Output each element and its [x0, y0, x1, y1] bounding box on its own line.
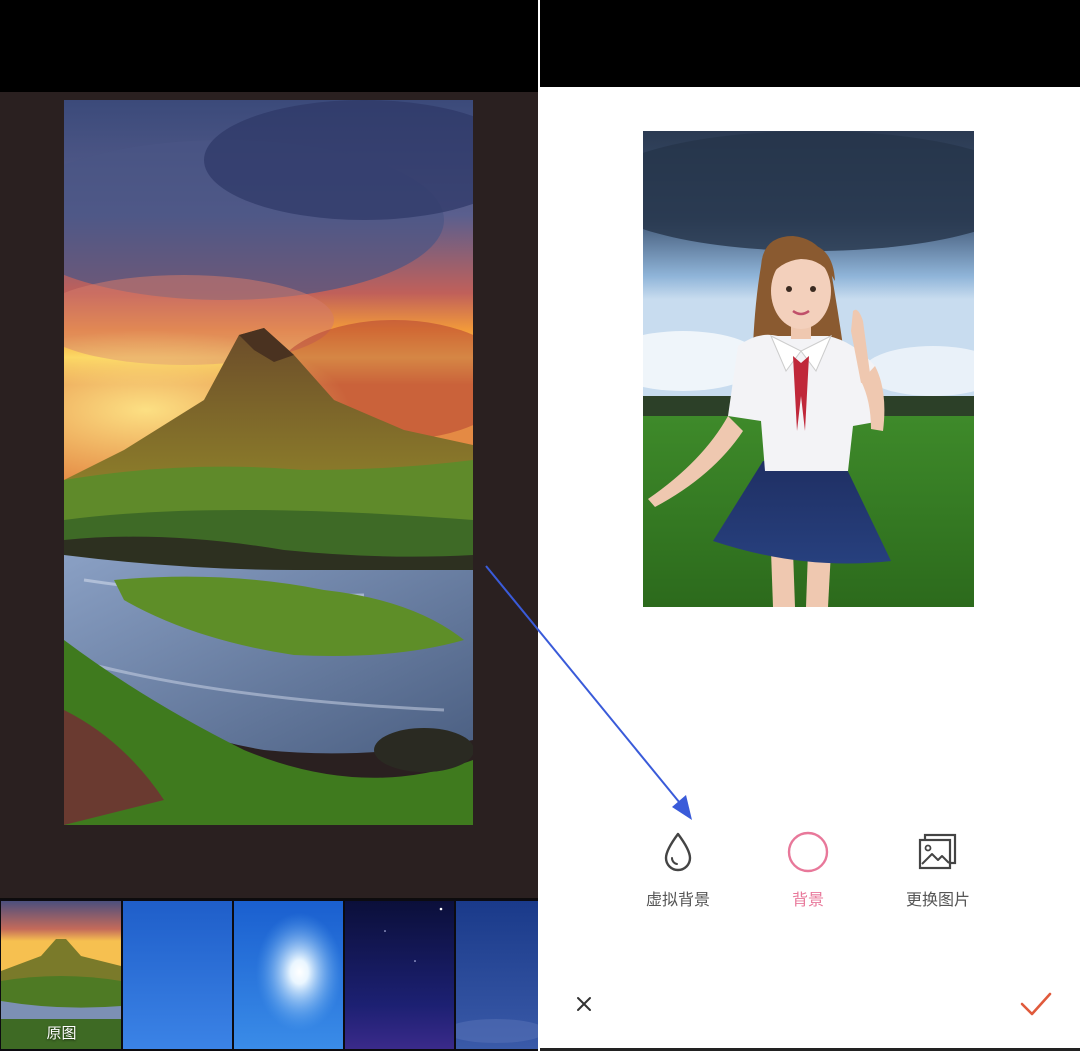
circle-icon — [787, 831, 829, 873]
landscape-background-image — [64, 100, 473, 825]
cancel-button[interactable] — [570, 990, 598, 1018]
thumbnail-dark-blue[interactable] — [456, 901, 538, 1049]
background-picker-panel: 原图 — [0, 0, 538, 1051]
background-label: 背景 — [791, 890, 824, 909]
editor-panel: 虚拟背景 背景 更换图片 — [540, 0, 1080, 1051]
thumbnail-night-sky[interactable] — [345, 901, 454, 1049]
thumbnail-original[interactable]: 原图 — [1, 901, 121, 1049]
status-bar — [540, 0, 1080, 87]
status-bar — [0, 0, 538, 92]
gallery-icon — [918, 833, 957, 870]
virtual-background-tool[interactable]: 虚拟背景 — [618, 830, 738, 910]
virtual-background-label: 虚拟背景 — [645, 890, 710, 909]
background-thumbnail-strip: 原图 — [0, 899, 538, 1051]
check-icon — [1020, 992, 1052, 1016]
composited-photo-preview — [643, 131, 974, 607]
replace-image-label: 更换图片 — [905, 890, 970, 909]
close-icon — [577, 997, 591, 1011]
replace-image-tool[interactable]: 更换图片 — [878, 830, 998, 910]
thumbnail-blue-gradient[interactable] — [123, 901, 232, 1049]
drop-icon — [664, 832, 692, 872]
thumbnail-sunburst[interactable] — [234, 901, 343, 1049]
confirm-button[interactable] — [1018, 988, 1054, 1020]
thumbnail-original-label: 原图 — [46, 1024, 77, 1042]
background-tool[interactable]: 背景 — [748, 830, 868, 910]
